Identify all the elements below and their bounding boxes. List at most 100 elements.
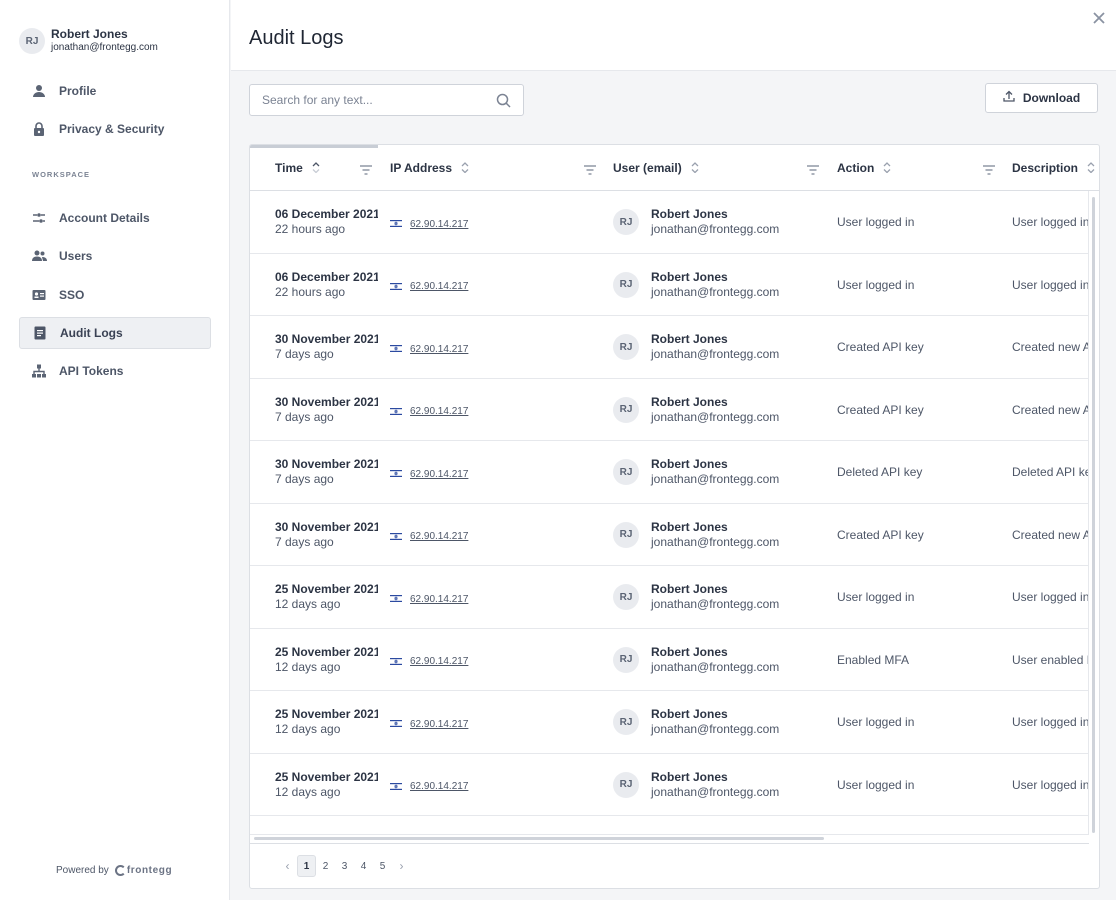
sidebar-item-sso[interactable]: SSO bbox=[19, 279, 211, 311]
table-row[interactable]: 25 November 2021 12 days ago 62.90.14.217… bbox=[250, 754, 1088, 816]
action-cell: User logged in bbox=[837, 215, 915, 229]
download-button[interactable]: Download bbox=[985, 83, 1098, 113]
time-relative: 12 days ago bbox=[275, 784, 341, 799]
search-input[interactable] bbox=[262, 85, 492, 115]
table-row[interactable]: 25 November 2021 12 days ago 62.90.14.217… bbox=[250, 566, 1088, 629]
scrollbar-thumb[interactable] bbox=[1092, 197, 1095, 833]
israel-flag-icon bbox=[390, 528, 402, 546]
table-row[interactable]: 06 December 2021 22 hours ago 62.90.14.21… bbox=[250, 254, 1088, 316]
filter-icon[interactable] bbox=[584, 162, 596, 175]
action-cell: Enabled MFA bbox=[837, 652, 910, 667]
ip-address-link[interactable]: 62.90.14.217 bbox=[410, 406, 468, 417]
pagination-page[interactable]: 2 bbox=[316, 855, 335, 877]
user-name: Robert Jones bbox=[51, 27, 128, 41]
sort-icon[interactable] bbox=[883, 161, 891, 176]
sort-icon[interactable] bbox=[691, 161, 699, 176]
user-profile[interactable]: RJ Robert Jones jonathan@frontegg.com bbox=[19, 28, 158, 54]
filter-icon[interactable] bbox=[807, 162, 819, 175]
sidebar-item-profile[interactable]: Profile bbox=[19, 75, 211, 107]
sort-icon[interactable] bbox=[312, 161, 320, 176]
sidebar-item-privacy-security[interactable]: Privacy & Security bbox=[19, 113, 211, 145]
page-header: Audit Logs bbox=[231, 0, 1116, 71]
avatar: RJ bbox=[613, 459, 639, 485]
user-email: jonathan@frontegg.com bbox=[651, 409, 780, 424]
table-row[interactable]: 25 November 2021 12 days ago 62.90.14.217… bbox=[250, 629, 1088, 691]
column-label: Description bbox=[1012, 161, 1079, 175]
pagination-page[interactable]: 5 bbox=[373, 855, 392, 877]
sidebar-item-account-details[interactable]: Account Details bbox=[19, 202, 211, 234]
frontegg-logo-icon bbox=[114, 865, 126, 876]
time-date: 30 November 2021 bbox=[275, 394, 378, 409]
scrollbar-thumb[interactable] bbox=[254, 837, 824, 840]
avatar: RJ bbox=[613, 521, 639, 548]
table-row[interactable]: 30 November 2021 7 days ago 62.90.14.217 … bbox=[250, 441, 1088, 504]
time-date: 30 November 2021 bbox=[275, 519, 378, 534]
vertical-scrollbar[interactable] bbox=[1088, 191, 1099, 834]
israel-flag-icon bbox=[390, 465, 402, 483]
ip-address-link[interactable]: 62.90.14.217 bbox=[410, 656, 468, 667]
search-icon[interactable] bbox=[496, 93, 511, 108]
table-row[interactable]: 30 November 2021 7 days ago 62.90.14.217 … bbox=[250, 504, 1088, 566]
sidebar-item-users[interactable]: Users bbox=[19, 240, 211, 272]
column-header-user-email[interactable]: User (email) bbox=[613, 145, 699, 191]
horizontal-scrollbar[interactable] bbox=[250, 834, 1089, 844]
sort-icon[interactable] bbox=[1087, 161, 1095, 176]
pagination: ‹ 1 2 3 4 5 › bbox=[278, 855, 411, 877]
ip-address-link[interactable]: 62.90.14.217 bbox=[410, 281, 468, 292]
user-name: Robert Jones bbox=[651, 269, 728, 284]
ip-address-link[interactable]: 62.90.14.217 bbox=[410, 219, 468, 230]
filter-icon[interactable] bbox=[983, 162, 995, 175]
main-content: Audit Logs Download Time IP Addr bbox=[231, 0, 1116, 900]
israel-flag-icon bbox=[390, 715, 402, 733]
ip-address-link[interactable]: 62.90.14.217 bbox=[410, 781, 468, 792]
time-relative: 7 days ago bbox=[275, 472, 334, 486]
ip-address-link[interactable]: 62.90.14.217 bbox=[410, 531, 468, 542]
ip-address-link[interactable]: 62.90.14.217 bbox=[410, 594, 468, 605]
table-header: Time IP Address User (email) Action Desc… bbox=[250, 145, 1099, 191]
description-cell: User logged in bbox=[1012, 590, 1088, 604]
close-icon[interactable] bbox=[1090, 10, 1108, 28]
column-header-action[interactable]: Action bbox=[837, 145, 891, 191]
user-name: Robert Jones bbox=[651, 707, 728, 721]
filter-icon[interactable] bbox=[360, 162, 372, 175]
user-name: Robert Jones bbox=[651, 582, 728, 596]
time-date: 06 December 2021 bbox=[275, 269, 378, 284]
sidebar-item-api-tokens[interactable]: API Tokens bbox=[19, 355, 211, 387]
time-relative: 22 hours ago bbox=[275, 222, 346, 236]
pagination-page[interactable]: 3 bbox=[335, 855, 354, 877]
ip-address-link[interactable]: 62.90.14.217 bbox=[410, 469, 468, 480]
sort-icon[interactable] bbox=[461, 161, 469, 176]
ip-address-link[interactable]: 62.90.14.217 bbox=[410, 719, 468, 730]
action-cell: Created API key bbox=[837, 527, 924, 542]
ip-address-link[interactable]: 62.90.14.217 bbox=[410, 344, 468, 355]
table-row[interactable]: 30 November 2021 7 days ago 62.90.14.217 … bbox=[250, 379, 1088, 441]
pagination-prev-button[interactable]: ‹ bbox=[278, 855, 297, 877]
column-header-description[interactable]: Description bbox=[1012, 145, 1095, 191]
action-cell: Created API key bbox=[837, 402, 924, 417]
time-date: 25 November 2021 bbox=[275, 769, 378, 784]
table-row[interactable]: 30 November 2021 7 days ago 62.90.14.217 … bbox=[250, 316, 1088, 379]
avatar: RJ bbox=[19, 28, 45, 54]
column-label: IP Address bbox=[390, 161, 453, 175]
audit-logs-table: Time IP Address User (email) Action Desc… bbox=[249, 144, 1100, 889]
section-label-workspace: WORKSPACE bbox=[32, 170, 91, 179]
column-header-time[interactable]: Time bbox=[275, 145, 320, 191]
time-relative: 12 days ago bbox=[275, 659, 341, 674]
avatar: RJ bbox=[613, 334, 639, 360]
avatar: RJ bbox=[613, 271, 639, 298]
person-icon bbox=[31, 83, 47, 99]
israel-flag-icon bbox=[390, 340, 402, 358]
pagination-page[interactable]: 1 bbox=[297, 855, 316, 877]
sidebar-item-audit-logs[interactable]: Audit Logs bbox=[19, 317, 211, 349]
israel-flag-icon bbox=[390, 215, 402, 233]
pagination-next-button[interactable]: › bbox=[392, 855, 411, 877]
column-header-ip-address[interactable]: IP Address bbox=[390, 145, 469, 191]
description-cell: User logged in bbox=[1012, 277, 1088, 292]
table-row[interactable]: 06 December 2021 22 hours ago 62.90.14.21… bbox=[250, 191, 1088, 254]
search-box bbox=[249, 84, 524, 116]
upload-tray-icon bbox=[1003, 89, 1015, 107]
table-row[interactable]: 25 November 2021 12 days ago 62.90.14.217… bbox=[250, 691, 1088, 754]
avatar: RJ bbox=[613, 584, 639, 610]
israel-flag-icon bbox=[390, 778, 402, 796]
pagination-page[interactable]: 4 bbox=[354, 855, 373, 877]
